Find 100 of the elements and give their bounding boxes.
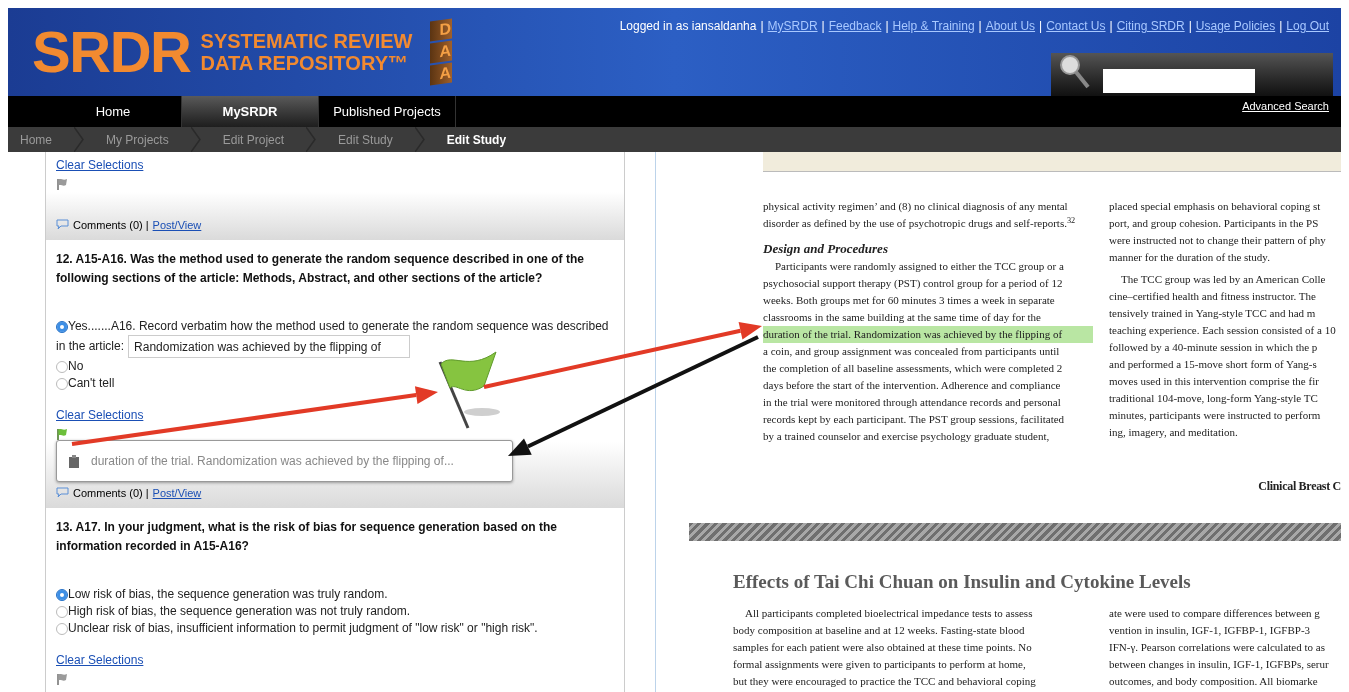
option-label: Unclear risk of bias, insufficient information to permit judgment of "low risk" or "high risk".: [68, 620, 538, 637]
logo-tagline: SYSTEMATIC REVIEW: [200, 30, 413, 52]
article-text-line: by a trained counselor and exercise psychology graduate student,: [763, 429, 1051, 444]
article-subheading: Design and Procedures: [763, 240, 889, 257]
header-link[interactable]: Contact Us: [1046, 17, 1106, 35]
nav-tab[interactable]: MySRDR: [182, 96, 319, 127]
breadcrumb-link[interactable]: Home: [8, 130, 74, 149]
post-view-link[interactable]: Post/View: [152, 484, 202, 501]
article-text-line: Participants were randomly assigned to either the TCC group or a: [774, 259, 1065, 274]
article-text-line: port, and group cohesion. Participants in the PS: [1109, 216, 1320, 231]
breadcrumb-link[interactable]: Edit Project: [200, 130, 307, 149]
article-text-line: in the trial were monitored through attendance records and personal: [763, 395, 1062, 410]
search-field[interactable]: [1103, 69, 1255, 93]
article-text-line: traditional 104-move, long-form Yang-style TC: [1109, 391, 1319, 406]
option-label: Can't tell: [68, 375, 115, 392]
article-text-line: placed special emphasis on behavioral coping st: [1109, 199, 1322, 214]
comment-icon: [56, 219, 69, 231]
article-text-line: a coin, and group assignment was concealed from participants until: [763, 344, 1061, 359]
article-text-line: samples for each patient were also obtained at these time points. No: [733, 639, 1033, 655]
article-text-line: followed by a 40-minute session in which the p: [1109, 340, 1319, 355]
clear-selections-link[interactable]: Clear Selections: [56, 651, 144, 669]
header-link[interactable]: Usage Policies: [1195, 17, 1276, 35]
comments-count: Comments (0) |: [73, 217, 149, 233]
article-text-line: minutes, participants were instructed to perform: [1109, 408, 1322, 423]
article-text-line: formal assignments were given to participants to perform at home,: [733, 656, 1027, 672]
clear-selections-link[interactable]: Clear Selections: [56, 156, 144, 174]
chevron-icon: [190, 127, 201, 152]
flag-icon[interactable]: [56, 178, 68, 191]
article-text-line: IFN-γ. Pearson correlations were calculated to as: [1109, 639, 1326, 655]
logo-text: SRDR: [32, 23, 191, 81]
separator: |: [1279, 18, 1283, 35]
clipboard-icon: [69, 454, 79, 468]
header-link[interactable]: About Us: [985, 17, 1036, 35]
article-text-line: body composition at baseline and at 12 weeks. Fasting-state blood: [733, 622, 1026, 638]
breadcrumb-link[interactable]: My Projects: [84, 130, 191, 149]
separator: |: [885, 18, 889, 35]
radio-button[interactable]: [56, 377, 68, 390]
section-heading: Effects of Tai Chi Chuan on Insulin and Cytokine Levels: [733, 570, 1192, 594]
article-text-line: teaching experience. Each session consisted of a 10: [1109, 323, 1336, 338]
article-text-line: disorder as defined by the use of psychotropic drugs and self-reports.$^{32}$: [763, 215, 1077, 231]
separator: |: [1109, 18, 1113, 35]
article-text-line: outcomes, and body composition. All biomarke: [1109, 673, 1319, 689]
radio-button[interactable]: [56, 360, 68, 373]
article-text-line: days before the start of the intervention. Adherence and compliance: [763, 378, 1062, 393]
option-label: Yes.......A16. Record verbatim how the method used to generate the random sequence was described: [68, 318, 609, 335]
header-link[interactable]: Feedback: [828, 17, 882, 35]
answer-field[interactable]: Randomization was achieved by the flipping of: [128, 335, 411, 358]
article-text-line: psychosocial support therapy (PST) control group for a period of 12: [763, 276, 1064, 291]
article-text-line: weeks. Both groups met for 60 minutes 3 times a week in separate: [763, 293, 1056, 308]
logo-tagline: DATA REPOSITORY™: [200, 52, 409, 74]
radio-button[interactable]: [56, 622, 68, 635]
article-text-line: ate were used to compare differences between g: [1109, 605, 1321, 621]
post-view-link[interactable]: Post/View: [152, 216, 202, 233]
article-text-line: physical activity regimen’ and (8) no clinical diagnosis of any mental: [763, 199, 1069, 214]
header-link[interactable]: Help & Training: [892, 17, 975, 35]
flag-icon[interactable]: [56, 673, 68, 686]
breadcrumb-link[interactable]: Edit Study: [424, 130, 529, 149]
article-text-line: and performed a 15-move short form of Yang-s: [1109, 357, 1318, 372]
article-text-line: All participants completed bioelectrical impedance tests to assess: [744, 605, 1034, 621]
radio-button[interactable]: [56, 588, 68, 601]
separator: |: [1188, 18, 1192, 35]
header-link[interactable]: Log Out: [1286, 17, 1329, 35]
question-title: 13. A17. In your judgment, what is the risk of bias for sequence generation based on the information recorded in A15-A16?: [56, 519, 558, 555]
chevron-icon: [414, 127, 425, 152]
header-link[interactable]: Citing SRDR: [1116, 17, 1185, 35]
radio-button[interactable]: [56, 605, 68, 618]
logo-letter-block: A: [430, 62, 453, 86]
article-text-line: manner for the duration of the study.: [1109, 250, 1271, 265]
logo-letter-block: D: [430, 18, 453, 42]
article-text-line: were instructed not to change their pattern of phy: [1109, 233, 1327, 248]
article-text-line: ing, imagery, and meditation.: [1109, 425, 1239, 440]
advanced-search-link[interactable]: Advanced Search: [1242, 98, 1329, 112]
article-text-line: vention in insulin, IGF-1, IGFBP-1, IGFBP-3: [1109, 622, 1312, 638]
article-text-line: tensively trained in Yang-style TCC and had m: [1109, 306, 1317, 321]
article-text-line: The TCC group was led by an American Colle: [1120, 272, 1327, 287]
field-label: in the article:: [56, 338, 125, 355]
separator: |: [1039, 18, 1043, 35]
separator: |: [978, 18, 982, 35]
article-text-line: the completion of all baseline assessments, which were completed 2: [763, 361, 1064, 376]
user-label: Logged in as iansaldanha: [619, 18, 757, 35]
separator: |: [821, 18, 825, 35]
comments-count: Comments (0) |: [73, 485, 149, 501]
separator: |: [760, 18, 764, 35]
clear-selections-link[interactable]: Clear Selections: [56, 406, 144, 424]
article-text-line: but they were encouraged to practice the TCC and behavioral coping: [733, 673, 1037, 689]
search-icon: [1059, 54, 1091, 90]
breadcrumb-link[interactable]: Edit Study: [316, 130, 415, 149]
option-label: No: [68, 358, 84, 375]
radio-button[interactable]: [56, 320, 68, 333]
option-label: Low risk of bias, the sequence generation was truly random.: [68, 586, 388, 603]
chevron-icon: [74, 127, 84, 152]
logo-letter-block: A: [430, 40, 453, 64]
flag-note-text: duration of the trial. Randomization was achieved by the flipping of...: [91, 453, 454, 470]
article-text-line: moves used in this intervention comprise the fir: [1109, 374, 1320, 389]
comment-icon: [56, 487, 69, 499]
article-text-line: classrooms in the same building at the same time of day for the: [763, 310, 1042, 325]
flag-icon[interactable]: [56, 428, 68, 441]
article-text-line: cine–certified health and fitness instructor. The: [1109, 289, 1317, 304]
article-text-line: between changes in insulin, IGF-1, IGFBPs, serur: [1109, 656, 1329, 672]
header-link[interactable]: MySRDR: [767, 17, 818, 35]
